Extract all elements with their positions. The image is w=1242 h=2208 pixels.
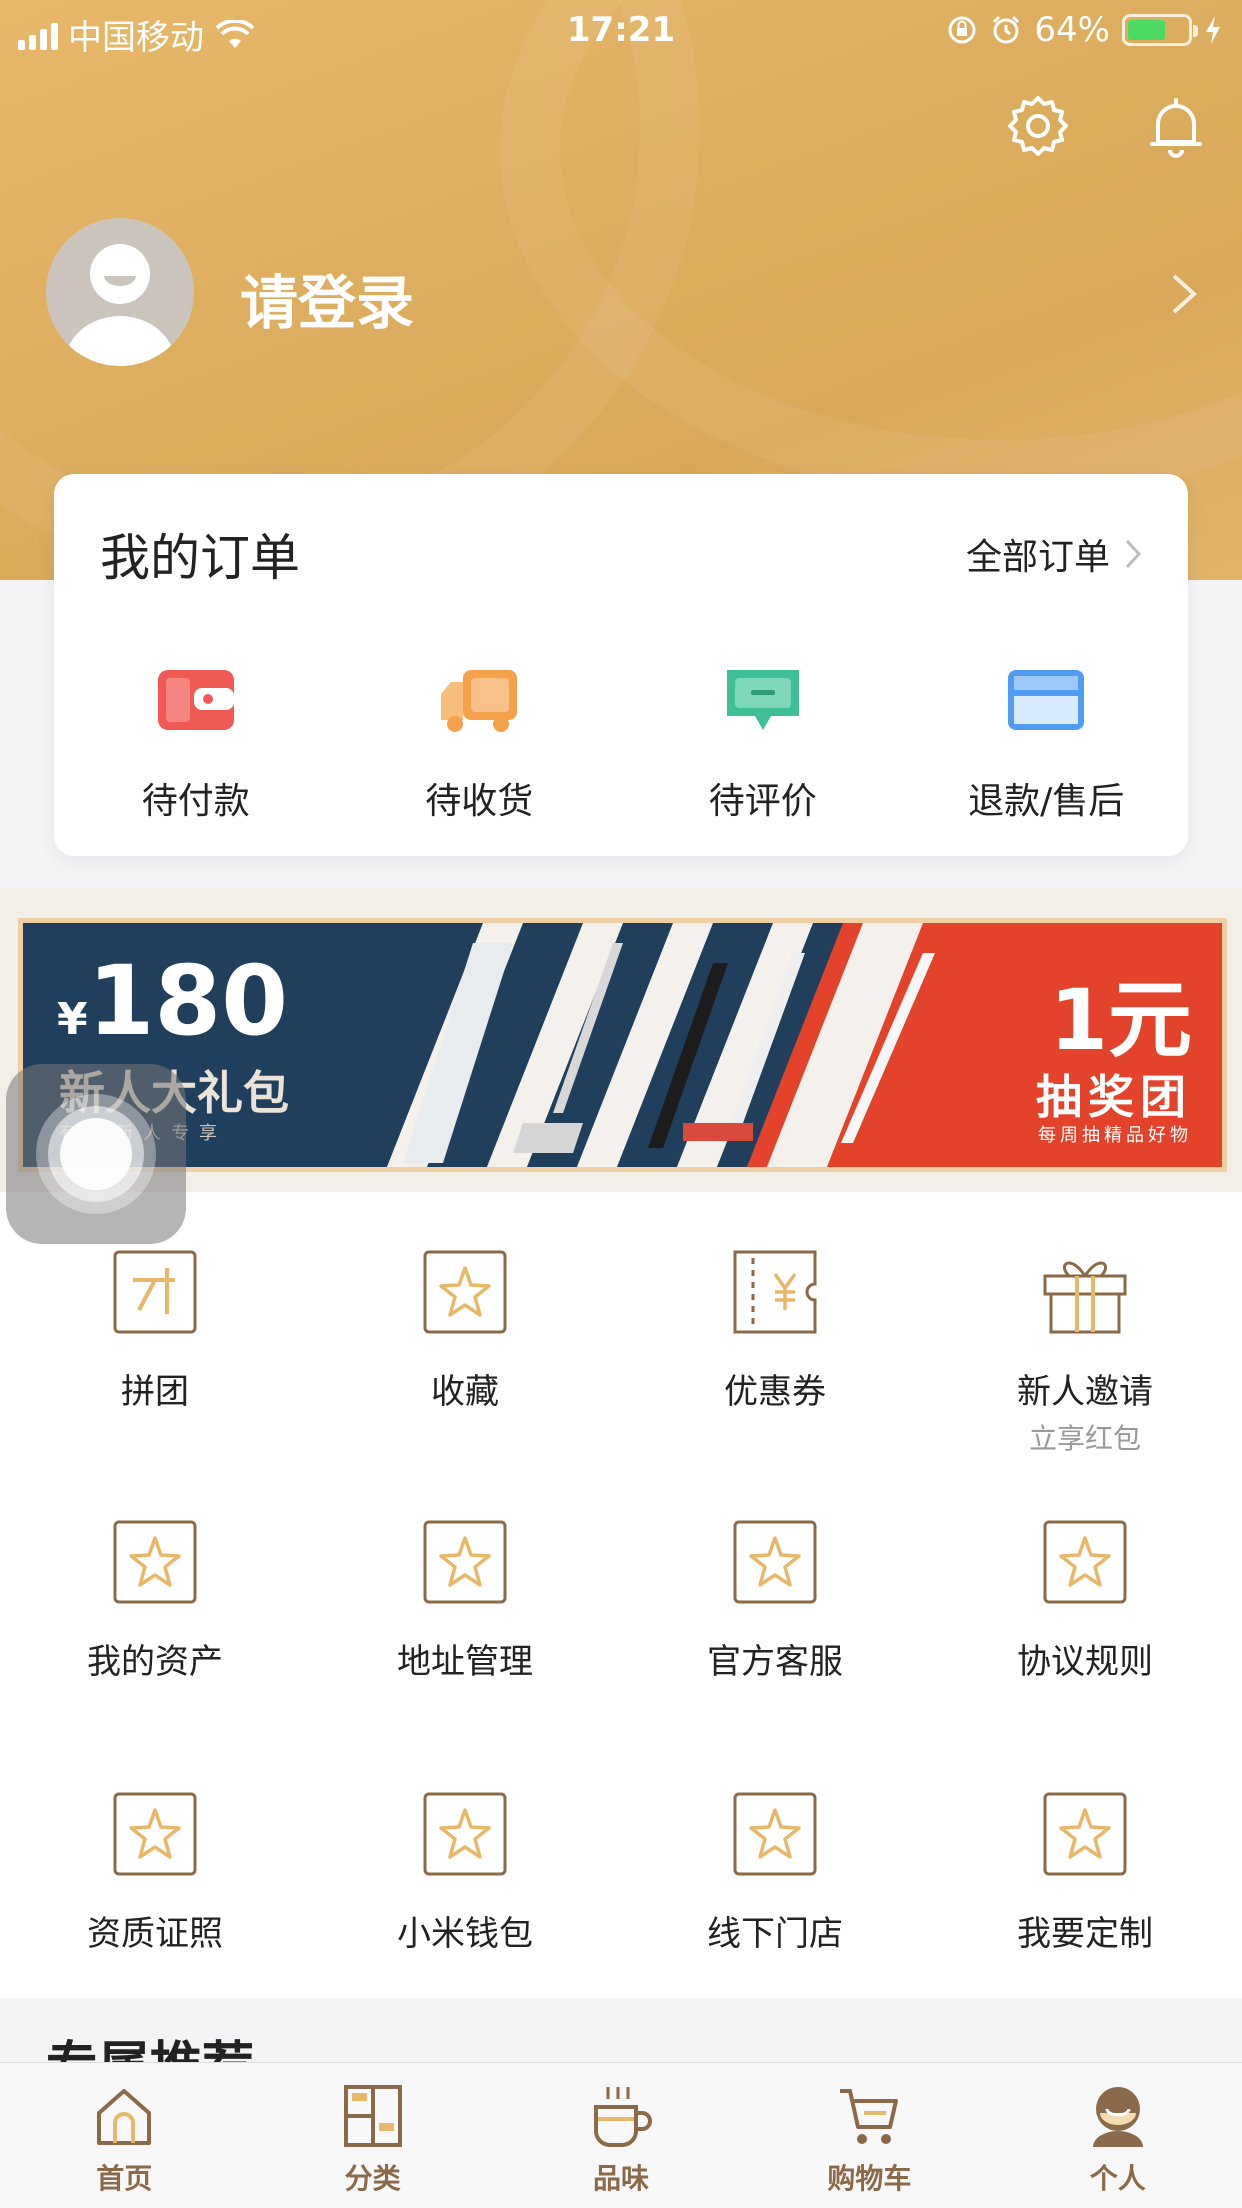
order-pending-payment[interactable]: 待付款 [54,664,338,824]
tab-label: 购物车 [827,2162,912,2195]
category-icon [343,2085,402,2147]
all-orders-label: 全部订单 [965,537,1110,578]
header-decoration [500,0,1242,500]
comment-icon [726,670,799,730]
grid-item-address[interactable]: 地址管理 [310,1518,620,1683]
grid-item-label: 新人邀请 [1017,1372,1153,1412]
grid-item-label: 线下门店 [707,1914,843,1954]
grid-item-sublabel: 立享红包 [1028,1422,1141,1455]
tab-bar: 首页 分类 品味 购物车 个人 [0,2062,1242,2208]
grid-item-licenses[interactable]: 资质证照 [0,1790,310,1955]
banner-lottery-price: 1元 [1049,971,1192,1069]
order-item-label: 待收货 [425,781,534,822]
alarm-icon [993,15,1020,44]
recommendations-section: 专属推荐 [0,1998,1242,2062]
banner-price: ¥180 [57,945,289,1057]
tab-category[interactable]: 分类 [248,2063,496,2208]
grid-item-support[interactable]: 官方客服 [620,1518,930,1683]
grid-item-favorites[interactable]: 收藏 [310,1248,620,1413]
tab-profile[interactable]: 个人 [994,2063,1242,2208]
order-pending-review[interactable]: 待评价 [621,664,905,824]
banner-lottery-label: 抽奖团 [1036,1070,1192,1124]
grid-item-label: 协议规则 [1017,1642,1153,1682]
star-icon [423,1250,507,1334]
grid-item-label: 官方客服 [707,1642,843,1682]
grid-item-customize[interactable]: 我要定制 [930,1790,1240,1955]
section-title: 专属推荐 [46,2024,254,2062]
star-icon [1043,1792,1127,1876]
star-icon [113,1792,197,1876]
chevron-right-icon[interactable] [1170,272,1200,316]
grid-item-label: 我要定制 [1017,1914,1153,1954]
star-icon [733,1792,817,1876]
grid-item-label: 小米钱包 [397,1914,533,1954]
grid-item-agreements[interactable]: 协议规则 [930,1518,1240,1683]
chevron-right-icon [1125,539,1142,569]
tab-taste[interactable]: 品味 [497,2063,745,2208]
orientation-lock-icon [948,16,976,44]
banner-lottery-sub: 每周抽精品好物 [1038,1125,1192,1146]
profile-icon [1092,2087,1143,2147]
order-item-label: 待付款 [141,781,250,822]
coupon-icon [733,1250,817,1334]
wallet-icon [157,670,234,730]
assistive-touch-button[interactable] [6,1064,186,1244]
grid-item-label: 地址管理 [397,1642,533,1682]
all-orders-link[interactable]: 全部订单 [966,528,1142,580]
grid-item-assets[interactable]: 我的资产 [0,1518,310,1683]
cart-icon [840,2089,899,2144]
grid-item-stores[interactable]: 线下门店 [620,1790,930,1955]
cup-icon [593,2087,652,2147]
star-icon [423,1520,507,1604]
grid-item-label: 资质证照 [87,1914,223,1954]
star-icon [113,1520,197,1604]
grid-item-label: 拼团 [121,1372,189,1412]
group-buy-icon [113,1250,197,1334]
grid-item-label: 收藏 [431,1372,499,1412]
orders-card: 我的订单 全部订单 待付款 待收货 待评价 退款/售后 [54,474,1188,856]
gift-icon [1043,1261,1127,1334]
login-link[interactable]: 请登录 [240,256,414,340]
bell-icon[interactable] [1144,94,1208,158]
orders-title: 我的订单 [100,529,300,587]
settings-icon[interactable] [1006,94,1070,158]
avatar[interactable] [46,218,194,366]
grid-item-coupons[interactable]: 优惠券 [620,1248,930,1413]
order-pending-receipt[interactable]: 待收货 [338,664,622,824]
avatar-icon [64,244,176,366]
home-icon [97,2089,152,2145]
tab-label: 首页 [96,2162,153,2195]
card-icon [1008,670,1085,730]
star-icon [1043,1520,1127,1604]
order-refund[interactable]: 退款/售后 [905,664,1189,824]
status-bar: 中国移动 17:21 64% [0,0,1242,60]
promo-banner[interactable]: ¥180 新人大礼包 有品新人专享 1元 抽奖团 每周抽精品好物 [18,918,1227,1172]
order-item-label: 退款/售后 [968,781,1125,822]
tab-label: 分类 [344,2162,401,2195]
tab-home[interactable]: 首页 [0,2063,248,2208]
truck-icon [441,670,518,732]
tab-cart[interactable]: 购物车 [745,2063,993,2208]
grid-item-invite[interactable]: 新人邀请 立享红包 [930,1248,1240,1457]
charging-icon [1206,16,1220,44]
star-icon [733,1520,817,1604]
grid-item-label: 优惠券 [724,1372,826,1412]
battery-icon [1122,14,1198,46]
grid-item-group-buy[interactable]: 拼团 [0,1248,310,1413]
tab-label: 个人 [1089,2162,1146,2195]
grid-item-wallet[interactable]: 小米钱包 [310,1790,620,1955]
battery-percent: 64% [1034,10,1110,50]
star-icon [423,1792,507,1876]
tab-label: 品味 [592,2162,649,2195]
order-item-label: 待评价 [708,781,817,822]
grid-item-label: 我的资产 [87,1642,223,1682]
